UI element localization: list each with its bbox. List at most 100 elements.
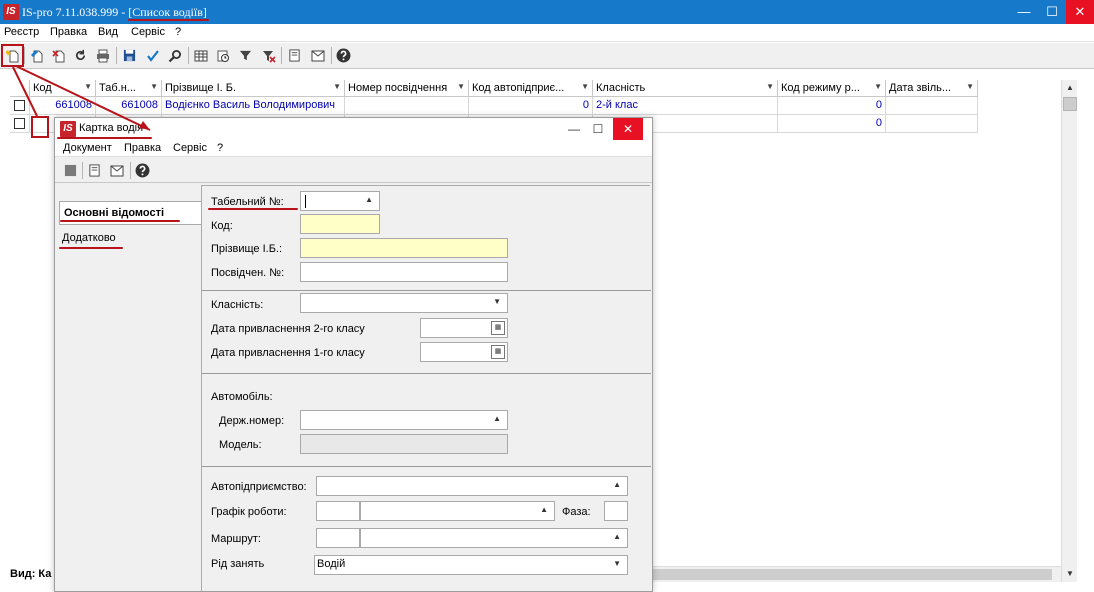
scroll-up-icon[interactable]: ▲	[1062, 80, 1078, 96]
help-icon[interactable]	[334, 46, 353, 65]
cell-auto-code: 0	[469, 97, 593, 115]
main-toolbar	[0, 43, 1094, 69]
dialog-logo-icon: IS	[60, 121, 76, 137]
row-checkbox[interactable]	[14, 118, 25, 129]
caret-up-icon[interactable]: ▲	[493, 414, 501, 423]
dialog-menu-service[interactable]: Сервіс	[173, 142, 207, 154]
filter-icon[interactable]	[236, 46, 255, 65]
notes-icon[interactable]	[85, 161, 104, 180]
dialog-title: Картка водія	[79, 122, 144, 134]
schedule-name-input[interactable]: ▲	[360, 501, 555, 521]
help-icon[interactable]	[133, 161, 152, 180]
class-select[interactable]: ▼	[300, 293, 508, 313]
caret-up-icon[interactable]: ▲	[613, 480, 621, 489]
dialog-menu-edit[interactable]: Правка	[124, 142, 161, 154]
license-input[interactable]	[300, 262, 508, 282]
column-header-auto-code[interactable]: Код автопідприє... ▼	[469, 80, 593, 97]
dialog-close-button[interactable]: ✕	[613, 118, 643, 140]
close-button[interactable]: ✕	[1066, 0, 1094, 24]
maximize-button[interactable]: ☐	[1038, 0, 1066, 24]
clear-filter-icon[interactable]	[259, 46, 278, 65]
notes-icon[interactable]	[285, 46, 304, 65]
row-check-cell[interactable]	[10, 97, 30, 115]
save-icon[interactable]	[120, 46, 139, 65]
menu-item-view[interactable]: Вид	[98, 26, 118, 38]
activity-label: Рід занять	[211, 558, 265, 570]
driver-form: Табельний №: ▲ Код: Прізвище І.Б.: Посві…	[201, 185, 651, 591]
cell-tab-no: 661008	[96, 97, 162, 115]
calendar-icon[interactable]: ▦	[491, 345, 505, 359]
refresh-icon[interactable]	[71, 46, 90, 65]
grid-horizontal-scrollbar[interactable]	[650, 566, 1061, 582]
dialog-menu-document[interactable]: Документ	[63, 142, 112, 154]
dialog-toolbar	[55, 158, 652, 183]
row-check-cell[interactable]	[10, 115, 30, 133]
tab-additional[interactable]: Додатково	[62, 232, 116, 244]
car-label: Автомобіль:	[211, 391, 273, 403]
enterprise-input[interactable]: ▲	[316, 476, 628, 496]
edit-document-icon[interactable]	[27, 46, 46, 65]
print-icon[interactable]	[93, 46, 112, 65]
checkmark-icon[interactable]	[143, 46, 162, 65]
status-view-label: Вид: Ка	[10, 568, 52, 580]
dialog-menubar: Документ Правка Сервіс ?	[55, 140, 652, 157]
shift-input[interactable]	[604, 501, 628, 521]
cell-dismissal	[886, 115, 978, 133]
column-header-surname[interactable]: Прізвище І. Б. ▼	[162, 80, 345, 97]
route-code-input[interactable]	[316, 528, 360, 548]
minimize-button[interactable]: —	[1010, 0, 1038, 24]
annotation-highlight-new-button	[1, 44, 24, 67]
tab-number-input[interactable]: ▲	[300, 191, 380, 211]
date-class2-input[interactable]: ▦	[420, 318, 508, 338]
annotation-underline-extra-tab	[59, 247, 123, 249]
mail-icon[interactable]	[107, 161, 126, 180]
cell-mode-code: 0	[778, 115, 886, 133]
tab-number-label: Табельний №:	[211, 196, 284, 208]
column-header-tab-no[interactable]: Таб.н... ▼	[96, 80, 162, 97]
section-divider	[202, 466, 651, 467]
column-header-license[interactable]: Номер посвідчення ▼	[345, 80, 469, 97]
plate-label: Держ.номер:	[219, 415, 285, 427]
sort-arrow-icon: ▼	[457, 82, 465, 91]
delete-document-icon[interactable]	[49, 46, 68, 65]
annotation-underline-main-tab	[60, 220, 180, 222]
route-name-input[interactable]: ▲	[360, 528, 628, 548]
menu-item-help[interactable]: ?	[175, 26, 181, 38]
chevron-down-icon[interactable]: ▼	[613, 559, 621, 568]
menu-item-service[interactable]: Сервіс	[131, 26, 165, 38]
caret-up-icon[interactable]: ▲	[540, 505, 548, 514]
column-header-dismissal[interactable]: Дата звіль... ▼	[886, 80, 978, 97]
header-check-column[interactable]	[10, 80, 30, 97]
plate-input[interactable]: ▲	[300, 410, 508, 430]
surname-input[interactable]	[300, 238, 508, 258]
table-icon[interactable]	[191, 46, 210, 65]
grid-vertical-scrollbar[interactable]: ▲ ▼	[1061, 80, 1077, 582]
schedule-code-input[interactable]	[316, 501, 360, 521]
column-header-mode-code[interactable]: Код режиму р... ▼	[778, 80, 886, 97]
save-icon[interactable]	[61, 161, 80, 180]
scrollbar-thumb[interactable]	[650, 569, 1052, 580]
column-header-class[interactable]: Класність ▼	[593, 80, 778, 97]
route-label: Маршрут:	[211, 533, 261, 545]
dialog-maximize-button[interactable]: ☐	[583, 118, 613, 140]
caret-up-icon[interactable]: ▲	[365, 195, 373, 204]
dialog-menu-help[interactable]: ?	[217, 142, 223, 154]
caret-up-icon[interactable]: ▲	[613, 532, 621, 541]
scrollbar-thumb[interactable]	[1063, 97, 1077, 111]
row-checkbox[interactable]	[14, 100, 25, 111]
mail-icon[interactable]	[308, 46, 327, 65]
code-label: Код:	[211, 220, 233, 232]
cell-surname: Водієнко Василь Володимирович	[162, 97, 345, 115]
chevron-down-icon[interactable]: ▼	[493, 297, 501, 306]
search-icon[interactable]	[165, 46, 184, 65]
toolbar-separator	[188, 47, 189, 64]
menu-item-registry[interactable]: Реєстр	[4, 26, 39, 38]
column-header-code[interactable]: Код ▼	[30, 80, 96, 97]
activity-select[interactable]: Водій ▼	[314, 555, 628, 575]
clock-document-icon[interactable]	[213, 46, 232, 65]
code-input[interactable]	[300, 214, 380, 234]
calendar-icon[interactable]: ▦	[491, 321, 505, 335]
scroll-down-icon[interactable]: ▼	[1062, 566, 1078, 582]
date-class1-input[interactable]: ▦	[420, 342, 508, 362]
menu-item-edit[interactable]: Правка	[50, 26, 87, 38]
